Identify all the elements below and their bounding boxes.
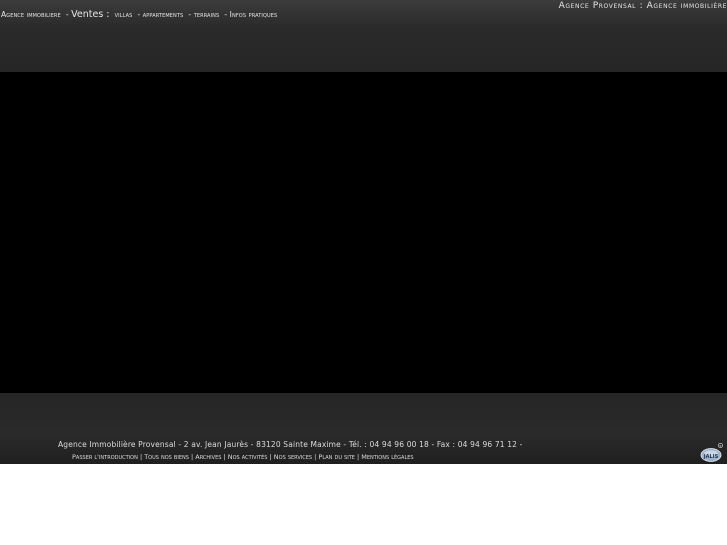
upper-band xyxy=(0,25,727,72)
lower-band xyxy=(0,393,727,437)
footer-link-sitemap[interactable]: Plan du site xyxy=(318,453,355,461)
footer-address: Agence Immobilière Provensal - 2 av. Jea… xyxy=(58,440,523,449)
footer-link-archives[interactable]: Archives xyxy=(195,453,221,461)
footer-link-activities[interactable]: Nos activités xyxy=(228,453,268,461)
intro-media-area[interactable] xyxy=(0,72,727,393)
nav-terrains[interactable]: terrains xyxy=(194,10,220,19)
footer-links: Passer l'introduction | Tous nos biens |… xyxy=(72,453,414,461)
agency-link[interactable]: Agence immobiliere xyxy=(1,10,61,19)
footer-link-services[interactable]: Nos services xyxy=(274,453,312,461)
ventes-label: Ventes : xyxy=(71,9,110,20)
nav-villas[interactable]: villas xyxy=(115,10,133,19)
svg-text:R: R xyxy=(719,444,721,448)
top-nav: Agence immobiliere - Ventes : villas - a… xyxy=(1,6,277,21)
nav-infos-pratiques[interactable]: Infos pratiques xyxy=(230,10,278,19)
jalis-logo-icon[interactable]: JALIS R xyxy=(700,442,724,462)
footer-link-legal[interactable]: Mentions légales xyxy=(361,453,413,461)
footer-link-skip-intro[interactable]: Passer l'introduction xyxy=(72,453,138,461)
nav-appartements[interactable]: appartements xyxy=(143,10,184,19)
footer-link-all-listings[interactable]: Tous nos biens xyxy=(144,453,189,461)
site-title: Agence Provensal : Agence immobilière xyxy=(558,1,727,11)
top-bar: Agence immobiliere - Ventes : villas - a… xyxy=(0,0,727,25)
jalis-badge-text: JALIS xyxy=(703,454,719,460)
footer: Agence Immobilière Provensal - 2 av. Jea… xyxy=(0,437,727,464)
